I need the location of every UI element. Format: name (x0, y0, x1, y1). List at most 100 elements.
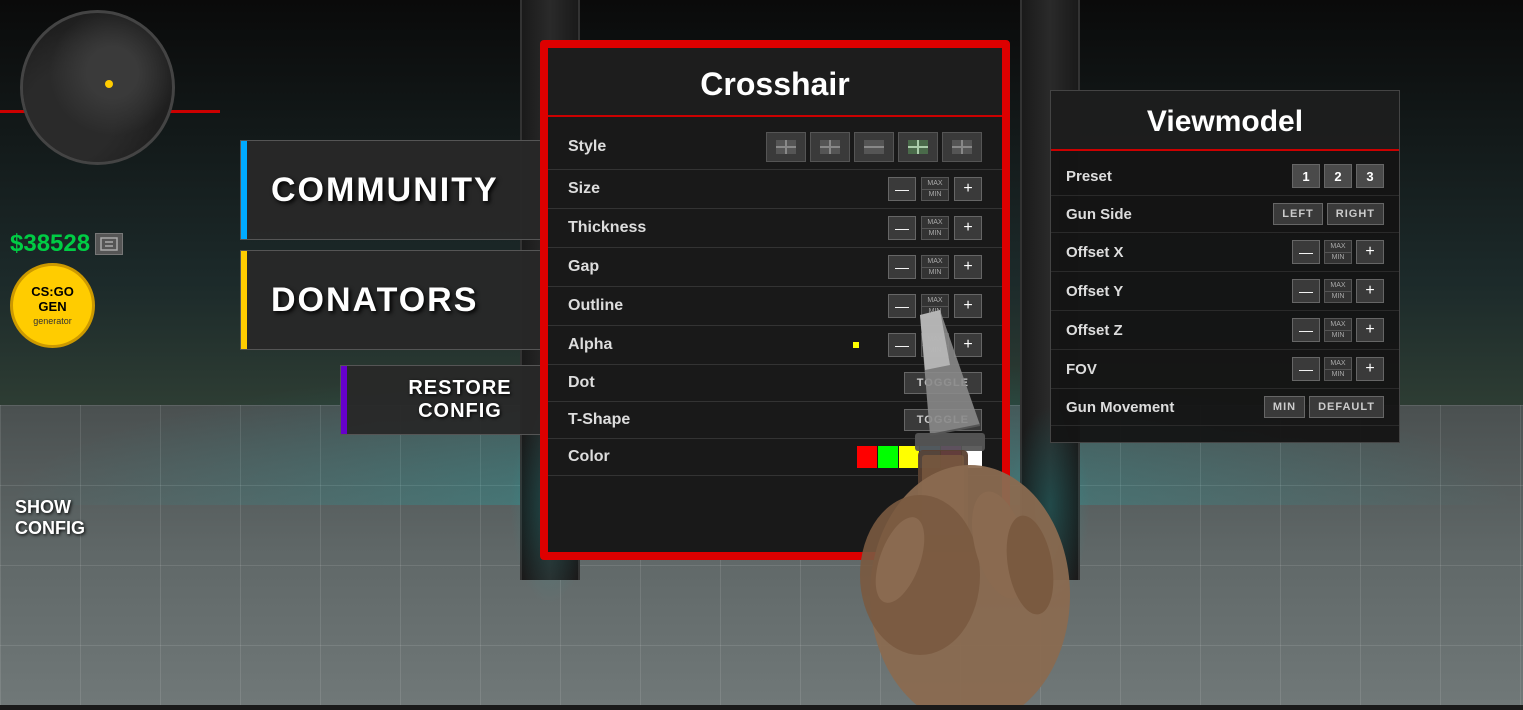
tshape-label: T-Shape (568, 411, 688, 429)
offsety-plus[interactable]: + (1356, 279, 1384, 303)
outline-minus[interactable]: — (888, 294, 916, 318)
restore-accent (341, 366, 347, 434)
fov-min[interactable]: MIN (1325, 370, 1351, 381)
size-plus[interactable]: + (954, 177, 982, 201)
left-btn[interactable]: LEFT (1273, 203, 1323, 225)
outline-min[interactable]: MIN (922, 307, 948, 318)
thickness-minus[interactable]: — (888, 216, 916, 240)
size-max[interactable]: MAX (922, 178, 948, 190)
color-swatch-yellow[interactable] (899, 446, 919, 468)
gap-min[interactable]: MIN (922, 268, 948, 279)
style-label: Style (568, 138, 688, 156)
restore-label: RESTORECONFIG (408, 377, 511, 423)
crosshair-alpha-row: Alpha — MAX MIN + (548, 326, 1002, 365)
crosshair-dot-row: Dot TOGGLE (548, 365, 1002, 402)
community-accent (241, 141, 247, 239)
gap-controls: — MAX MIN + (688, 255, 982, 279)
style-preset-5[interactable] (942, 132, 982, 162)
offsety-max[interactable]: MAX (1325, 280, 1351, 292)
right-btn[interactable]: RIGHT (1327, 203, 1384, 225)
style-preset-4[interactable] (898, 132, 938, 162)
fov-max[interactable]: MAX (1325, 358, 1351, 370)
offsety-minus[interactable]: — (1292, 279, 1320, 303)
donators-accent (241, 251, 247, 349)
gap-minus[interactable]: — (888, 255, 916, 279)
outline-plus[interactable]: + (954, 294, 982, 318)
vm-gunmov-row: Gun Movement MIN DEFAULT (1051, 389, 1399, 426)
vm-preset-row: Preset 1 2 3 (1051, 157, 1399, 196)
vm-preset-controls: 1 2 3 (1292, 164, 1384, 188)
color-swatch-red[interactable] (857, 446, 877, 468)
alpha-plus[interactable]: + (954, 333, 982, 357)
style-preset-1[interactable] (766, 132, 806, 162)
alpha-controls: — MAX MIN + (688, 333, 982, 357)
dot-label: Dot (568, 374, 688, 392)
offsetz-min[interactable]: MIN (1325, 331, 1351, 342)
size-min[interactable]: MIN (922, 190, 948, 201)
fov-plus[interactable]: + (1356, 357, 1384, 381)
money-display: $38528 (10, 230, 123, 258)
crosshair-style-row: Style (548, 125, 1002, 170)
community-button[interactable]: COMMUNITY (240, 140, 580, 240)
csgo-logo-text: CS:GO (31, 285, 74, 299)
alpha-maxmin: MAX MIN (921, 333, 949, 357)
color-swatch-magenta[interactable] (941, 446, 961, 468)
offsety-min[interactable]: MIN (1325, 292, 1351, 303)
dot-toggle[interactable]: TOGGLE (904, 372, 982, 394)
vm-fov-controls: — MAX MIN + (1292, 357, 1384, 381)
preset-btn-3[interactable]: 3 (1356, 164, 1384, 188)
alpha-max[interactable]: MAX (922, 334, 948, 346)
thickness-max[interactable]: MAX (922, 217, 948, 229)
offsetx-plus[interactable]: + (1356, 240, 1384, 264)
color-swatch-blue[interactable] (920, 446, 940, 468)
crosshair-tshape-row: T-Shape TOGGLE (548, 402, 1002, 439)
vm-gunside-controls: LEFT RIGHT (1273, 203, 1384, 225)
offsetz-plus[interactable]: + (1356, 318, 1384, 342)
outline-maxmin: MAX MIN (921, 294, 949, 318)
gunmov-min-btn[interactable]: MIN (1264, 396, 1305, 418)
color-swatch-white[interactable] (962, 446, 982, 468)
thickness-plus[interactable]: + (954, 216, 982, 240)
gap-plus[interactable]: + (954, 255, 982, 279)
size-minus[interactable]: — (888, 177, 916, 201)
tshape-toggle[interactable]: TOGGLE (904, 409, 982, 431)
size-label: Size (568, 180, 688, 198)
show-config-label: SHOW CONFIG (15, 497, 85, 540)
vm-offsetz-controls: — MAX MIN + (1292, 318, 1384, 342)
fov-minus[interactable]: — (1292, 357, 1320, 381)
left-panel: COMMUNITY DONATORS RESTORECONFIG (220, 60, 580, 435)
offsetz-maxmin: MAX MIN (1324, 318, 1352, 342)
alpha-min[interactable]: MIN (922, 346, 948, 357)
crosshair-panel: Crosshair Style Size (540, 40, 1010, 560)
gunmov-default-btn[interactable]: DEFAULT (1309, 396, 1384, 418)
outline-max[interactable]: MAX (922, 295, 948, 307)
offsetx-min[interactable]: MIN (1325, 253, 1351, 264)
style-presets (766, 132, 982, 162)
color-swatch-green[interactable] (878, 446, 898, 468)
gap-max[interactable]: MAX (922, 256, 948, 268)
offsety-maxmin: MAX MIN (1324, 279, 1352, 303)
offsetx-minus[interactable]: — (1292, 240, 1320, 264)
offsetz-max[interactable]: MAX (1325, 319, 1351, 331)
gap-maxmin: MAX MIN (921, 255, 949, 279)
style-preset-2[interactable] (810, 132, 850, 162)
style-preset-3[interactable] (854, 132, 894, 162)
alpha-minus[interactable]: — (888, 333, 916, 357)
thickness-min[interactable]: MIN (922, 229, 948, 240)
preset-btn-2[interactable]: 2 (1324, 164, 1352, 188)
vm-preset-label: Preset (1066, 168, 1292, 185)
crosshair-rows: Style Size — MAX (548, 117, 1002, 552)
minimap (20, 10, 175, 165)
preset-btn-1[interactable]: 1 (1292, 164, 1320, 188)
vm-offsety-controls: — MAX MIN + (1292, 279, 1384, 303)
offsetz-minus[interactable]: — (1292, 318, 1320, 342)
vm-offsetx-label: Offset X (1066, 244, 1292, 261)
crosshair-outline-row: Outline — MAX MIN + (548, 287, 1002, 326)
crosshair-panel-inner: Crosshair Style Size (548, 48, 1002, 552)
alpha-label: Alpha (568, 336, 688, 354)
crosshair-title: Crosshair (548, 48, 1002, 117)
donators-button[interactable]: DONATORS (240, 250, 580, 350)
crosshair-size-row: Size — MAX MIN + (548, 170, 1002, 209)
minimap-area (0, 0, 220, 200)
offsetx-max[interactable]: MAX (1325, 241, 1351, 253)
